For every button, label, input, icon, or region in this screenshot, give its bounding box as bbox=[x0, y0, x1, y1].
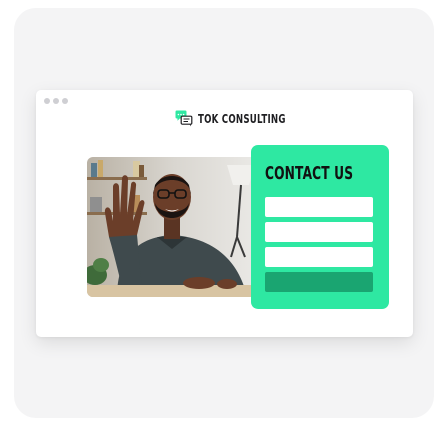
window-dot-minimize[interactable] bbox=[53, 98, 59, 104]
window-dot-maximize[interactable] bbox=[62, 98, 68, 104]
hero-photo bbox=[87, 157, 262, 297]
brand-name: TOK CONSULTING bbox=[198, 111, 286, 126]
contact-form-panel: CONTACT US bbox=[251, 145, 389, 309]
contact-field-3[interactable] bbox=[265, 247, 373, 267]
window-dot-close[interactable] bbox=[44, 98, 50, 104]
brand-logo[interactable]: TOK CONSULTING bbox=[175, 110, 320, 127]
contact-title: CONTACT US bbox=[265, 163, 354, 184]
contact-field-1[interactable] bbox=[265, 197, 373, 217]
chat-bubbles-icon bbox=[175, 110, 193, 127]
submit-button[interactable] bbox=[265, 272, 373, 292]
window-controls bbox=[44, 98, 68, 104]
contact-field-2[interactable] bbox=[265, 222, 373, 242]
browser-window: TOK CONSULTING CONTACT US bbox=[36, 90, 413, 337]
